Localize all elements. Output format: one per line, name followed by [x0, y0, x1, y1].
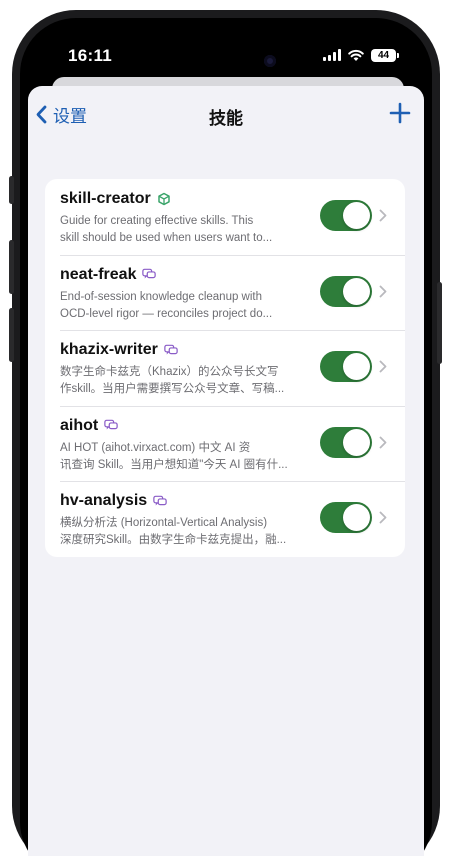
skill-title-line: hv-analysis	[60, 492, 167, 510]
skill-title-line: skill-creator	[60, 190, 171, 208]
navigation-bar: 设置 技能	[28, 86, 424, 144]
skill-row-hv-analysis[interactable]: hv-analysis 横纵分析法 (Horizontal-Vertical An…	[45, 481, 405, 557]
settings-sheet: 设置 技能 skill-creator Guide for creating ef…	[28, 86, 424, 856]
skill-row-neat-freak[interactable]: neat-freak End-of-session knowledge clean…	[45, 254, 405, 331]
skill-desc-line: 讯查询 Skill。当用户想知道"今天 AI 圈有什...	[60, 458, 288, 471]
toggle-knob	[343, 277, 370, 305]
skill-desc-line: OCD-level rigor — reconciles project do.…	[60, 307, 273, 320]
volume-down-button	[9, 308, 14, 362]
cube-icon	[157, 192, 171, 206]
skill-enabled-toggle[interactable]	[320, 426, 372, 458]
status-time: 16:11	[68, 46, 113, 65]
chat-bubbles-icon	[153, 494, 167, 508]
plus-icon[interactable]	[388, 101, 412, 125]
status-icons: 44	[323, 48, 399, 62]
skill-name: khazix-writer	[60, 341, 158, 358]
skill-row-aihot[interactable]: aihot AI HOT (aihot.virxact.com) 中文 AI 资讯…	[45, 405, 405, 482]
skill-name: neat-freak	[60, 265, 137, 283]
wifi-icon	[348, 49, 364, 61]
page-title: 技能	[209, 109, 243, 128]
skill-desc-line: AI HOT (aihot.virxact.com) 中文 AI 资	[60, 441, 251, 454]
skill-description: 横纵分析法 (Horizontal-Vertical Analysis) 深度研究…	[60, 515, 315, 549]
chevron-right-icon[interactable]	[379, 436, 387, 449]
chat-bubbles-icon	[142, 268, 157, 282]
skill-name: hv-analysis	[60, 492, 148, 509]
skill-desc-line: 横纵分析法 (Horizontal-Vertical Analysis)	[60, 517, 268, 529]
toggle-knob	[343, 428, 370, 456]
skill-description: 数字生命卡兹克（Khazix）的公众号长文写 作skill。当用户需要撰写公众号文…	[60, 364, 315, 398]
skill-title-line: khazix-writer	[60, 341, 178, 359]
skill-desc-line: Guide for creating effective skills. Thi…	[60, 215, 254, 227]
chat-bubbles-icon	[104, 419, 118, 433]
skill-name: aihot	[60, 416, 99, 434]
skill-enabled-toggle[interactable]	[320, 200, 372, 231]
skill-description: AI HOT (aihot.virxact.com) 中文 AI 资讯查询 Sk…	[60, 440, 315, 474]
action-button	[9, 176, 14, 204]
skill-row-skill-creator[interactable]: skill-creator Guide for creating effectiv…	[45, 179, 405, 255]
chevron-right-icon[interactable]	[379, 209, 387, 222]
battery-icon: 44	[371, 48, 399, 62]
skill-row-khazix-writer[interactable]: khazix-writer 数字生命卡兹克（Khazix）的公众号长文写 作skil…	[45, 330, 405, 406]
toggle-knob	[343, 353, 370, 380]
skill-name: skill-creator	[60, 190, 151, 207]
skill-title-line: neat-freak	[60, 265, 157, 284]
chat-bubbles-icon	[164, 343, 178, 357]
chevron-right-icon[interactable]	[379, 285, 387, 298]
skill-desc-line: skill should be used when users want to.…	[60, 232, 273, 244]
chevron-right-icon[interactable]	[379, 360, 387, 373]
camera-icon	[264, 55, 276, 67]
skill-desc-line: End-of-session knowledge cleanup with	[60, 290, 263, 303]
chevron-right-icon[interactable]	[379, 511, 387, 524]
volume-up-button	[9, 240, 14, 294]
toggle-knob	[343, 504, 370, 531]
skill-title-line: aihot	[60, 417, 118, 435]
skill-desc-line: 作skill。当用户需要撰写公众号文章、写稿...	[60, 383, 285, 395]
skill-enabled-toggle[interactable]	[320, 502, 372, 533]
skill-enabled-toggle[interactable]	[320, 275, 372, 307]
toggle-knob	[343, 202, 370, 229]
dynamic-island	[162, 46, 290, 76]
signal-icon	[323, 49, 341, 61]
skill-enabled-toggle[interactable]	[320, 351, 372, 382]
power-button	[437, 282, 442, 364]
skill-description: End-of-session knowledge cleanup with OCD…	[60, 289, 315, 323]
skill-description: Guide for creating effective skills. Thi…	[60, 213, 315, 247]
skill-desc-line: 数字生命卡兹克（Khazix）的公众号长文写	[60, 366, 279, 378]
skills-list: skill-creator Guide for creating effectiv…	[45, 179, 405, 557]
skill-desc-line: 深度研究Skill。由数字生命卡兹克提出，融...	[60, 534, 287, 546]
status-bar: 16:11 44	[20, 18, 432, 78]
